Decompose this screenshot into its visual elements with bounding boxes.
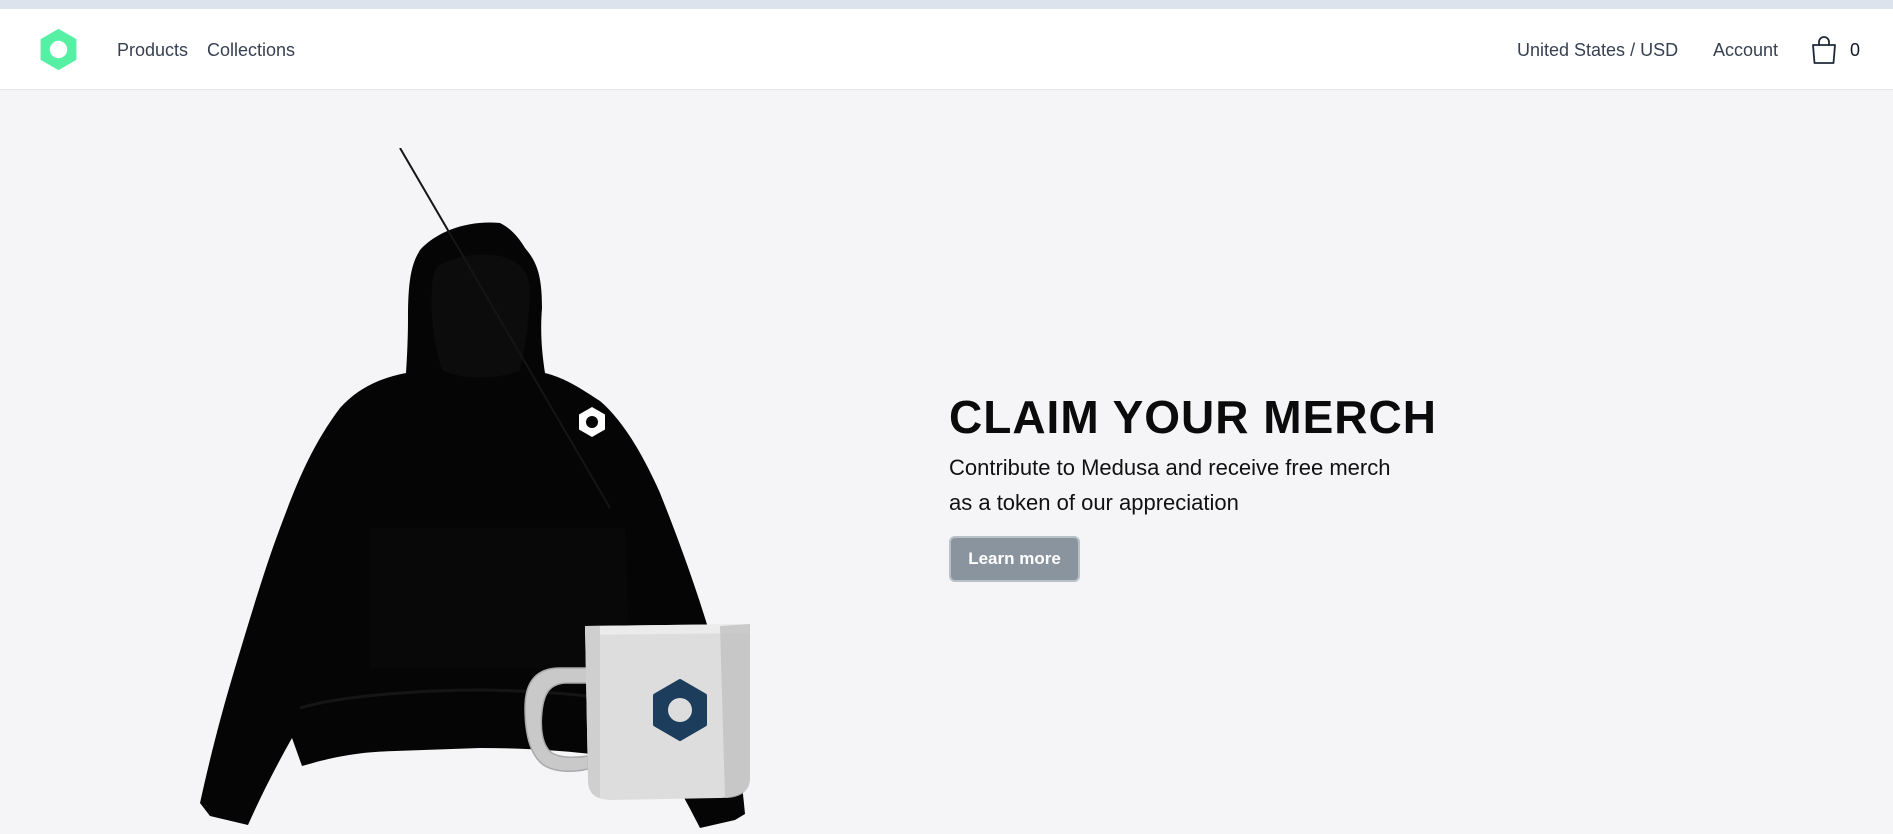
hero-title: CLAIM YOUR MERCH bbox=[949, 391, 1437, 443]
cart-button[interactable]: 0 bbox=[1808, 33, 1860, 67]
medusa-logo-icon[interactable] bbox=[38, 29, 79, 70]
nav-link-account[interactable]: Account bbox=[1713, 40, 1778, 60]
region-selector[interactable]: United States / USD bbox=[1517, 40, 1678, 60]
hero-banner: CLAIM YOUR MERCH Contribute to Medusa an… bbox=[0, 90, 1893, 834]
hero-subtitle: Contribute to Medusa and receive free me… bbox=[949, 455, 1391, 515]
hero-product-image bbox=[200, 148, 750, 828]
browser-top-strip bbox=[0, 0, 1893, 9]
learn-more-button[interactable]: Learn more bbox=[949, 536, 1080, 582]
cart-count: 0 bbox=[1850, 39, 1861, 60]
shopping-bag-icon bbox=[1808, 34, 1840, 66]
nav-link-products[interactable]: Products bbox=[117, 40, 188, 60]
nav-link-collections[interactable]: Collections bbox=[207, 40, 295, 60]
site-header: Products Collections United States / USD… bbox=[0, 9, 1893, 90]
